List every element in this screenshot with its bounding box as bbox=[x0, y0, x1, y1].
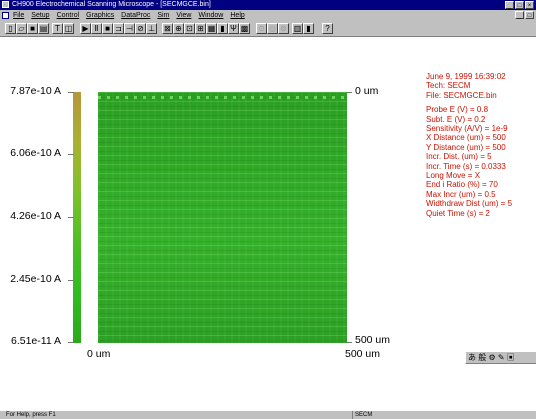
param-withdraw-dist: Widthdraw Dist (um) = 5 bbox=[426, 199, 513, 209]
param-quiet-time: Quiet Time (s) = 2 bbox=[426, 208, 490, 218]
param-incr-time: Incr. Time (s) = 0.0333 bbox=[426, 161, 506, 171]
print-icon[interactable]: ▤ bbox=[38, 23, 49, 34]
document-icon[interactable] bbox=[2, 12, 9, 19]
pause-icon[interactable]: Ⅱ bbox=[91, 23, 102, 34]
scale-tick bbox=[68, 280, 74, 281]
probe-icon[interactable]: ⊣ bbox=[124, 23, 135, 34]
info-datetime: June 9, 1999 16:39:02 bbox=[426, 72, 506, 81]
bar-graph-icon[interactable]: ▮ bbox=[217, 23, 228, 34]
experiment-info: June 9, 1999 16:39:02 Tech: SECM File: S… bbox=[426, 72, 512, 218]
run-icon[interactable]: ▶ bbox=[80, 23, 91, 34]
info-tech: Tech: SECM bbox=[426, 81, 471, 91]
cursor-icon[interactable]: ⊡ bbox=[184, 23, 195, 34]
overlay-icon[interactable]: ⊞ bbox=[195, 23, 206, 34]
parameters-icon[interactable]: ◫ bbox=[63, 23, 74, 34]
scale-tick bbox=[68, 342, 74, 343]
param-y-distance: Y Distance (um) = 500 bbox=[426, 142, 506, 152]
param-x-distance: X Distance (um) = 500 bbox=[426, 133, 506, 143]
scale-label: 2.45e-10 A bbox=[10, 273, 61, 285]
menu-control[interactable]: Control bbox=[57, 10, 80, 21]
title-bar: CH900 Electrochemical Scanning Microscop… bbox=[0, 0, 536, 10]
device-icon[interactable]: ▮ bbox=[303, 23, 314, 34]
y-axis-label-bottom: 500 um bbox=[355, 334, 391, 346]
tip-approach-icon[interactable]: ⊘ bbox=[135, 23, 146, 34]
scale-label-max: 7.87e-10 A bbox=[10, 85, 61, 97]
color-scale-bar bbox=[73, 92, 81, 343]
stop-icon[interactable]: ■ bbox=[102, 23, 113, 34]
parameters-graph-icon[interactable]: Ψ bbox=[228, 23, 239, 34]
color-map-icon[interactable]: ▦ bbox=[206, 23, 217, 34]
doc-minimize-button[interactable]: _ bbox=[515, 11, 524, 19]
secm-image[interactable] bbox=[98, 92, 347, 343]
ime-icons[interactable]: あ 般 ⚙ ✎ ▣ bbox=[468, 352, 515, 363]
zoom-icon[interactable]: ⊕ bbox=[173, 23, 184, 34]
param-sensitivity: Sensitivity (A/V) = 1e-9 bbox=[426, 124, 508, 134]
menu-help[interactable]: Help bbox=[230, 10, 244, 21]
x-axis-label-right: 500 um bbox=[345, 348, 381, 360]
menu-view[interactable]: View bbox=[176, 10, 191, 21]
ime-language-bar[interactable]: あ 般 ⚙ ✎ ▣ bbox=[465, 351, 536, 364]
save-icon[interactable]: ■ bbox=[27, 23, 38, 34]
new-file-icon[interactable]: ▯ bbox=[5, 23, 16, 34]
param-probe-e: Probe E (V) = 0.8 bbox=[426, 105, 489, 115]
menu-setup[interactable]: Setup bbox=[31, 10, 49, 21]
window-controls: _ □ × bbox=[505, 1, 534, 9]
y-axis-tick bbox=[347, 92, 352, 93]
app-icon[interactable] bbox=[2, 1, 9, 8]
scale-label-min: 6.51e-11 A bbox=[10, 335, 61, 347]
y-axis-tick bbox=[347, 342, 352, 343]
menu-dataproc[interactable]: DataProc bbox=[121, 10, 150, 21]
close-button[interactable]: × bbox=[525, 1, 534, 9]
document-window-controls: _ □ bbox=[515, 11, 534, 19]
reverse-icon[interactable]: ⊐ bbox=[113, 23, 124, 34]
image-icon[interactable]: ▩ bbox=[239, 23, 250, 34]
param-max-incr: Max Incr (um) = 0.5 bbox=[426, 189, 496, 199]
doc-restore-button[interactable]: □ bbox=[525, 11, 534, 19]
calibrate-icon[interactable]: ◎ bbox=[267, 23, 278, 34]
minimize-button[interactable]: _ bbox=[505, 1, 514, 9]
menu-file[interactable]: File bbox=[13, 10, 24, 21]
graph-icon[interactable]: ⊠ bbox=[162, 23, 173, 34]
technique-icon[interactable]: T bbox=[52, 23, 63, 34]
window-title: CH900 Electrochemical Scanning Microscop… bbox=[12, 1, 211, 8]
toolbar: ▯ ▱ ■ ▤ T ◫ ▶ Ⅱ ■ ⊐ ⊣ ⊘ ⊥ ⊠ ⊕ ⊡ ⊞ ▦ ▮ Ψ ▩ ⊙ ◎ ⊚ ▥ ▮? bbox=[0, 21, 536, 37]
scale-label: 6.06e-10 A bbox=[10, 147, 61, 159]
scale-tick bbox=[68, 92, 74, 93]
menu-window[interactable]: Window bbox=[198, 10, 223, 21]
scale-tick bbox=[68, 154, 74, 155]
menu-bar: File Setup Control Graphics DataProc Sim… bbox=[0, 10, 536, 21]
param-subt-e: Subt. E (V) = 0.2 bbox=[426, 114, 486, 124]
menu-graphics[interactable]: Graphics bbox=[86, 10, 114, 21]
simulate-icon[interactable]: ⊚ bbox=[278, 23, 289, 34]
open-file-icon[interactable]: ▱ bbox=[16, 23, 27, 34]
scan-artifact-row bbox=[98, 96, 347, 99]
menu-sim[interactable]: Sim bbox=[157, 10, 169, 21]
scale-label: 4.26e-10 A bbox=[10, 210, 61, 222]
x-axis-label-left: 0 um bbox=[87, 348, 111, 360]
menu-list: File Setup Control Graphics DataProc Sim… bbox=[13, 10, 245, 21]
step-icon[interactable]: ⊥ bbox=[146, 23, 157, 34]
mark-icon[interactable]: ⊙ bbox=[256, 23, 267, 34]
param-incr-dist: Incr. Dist. (um) = 5 bbox=[426, 152, 492, 162]
scale-tick bbox=[68, 217, 74, 218]
grid-icon[interactable]: ▥ bbox=[292, 23, 303, 34]
param-long-move: Long Move = X bbox=[426, 171, 481, 181]
y-axis-label-top: 0 um bbox=[355, 85, 379, 97]
help-icon[interactable]: ? bbox=[322, 23, 333, 34]
maximize-button[interactable]: □ bbox=[515, 1, 524, 9]
param-end-ratio: End i Ratio (%) = 70 bbox=[426, 180, 498, 190]
info-file: File: SECMGCE.bin bbox=[426, 90, 497, 100]
scan-texture bbox=[98, 92, 347, 343]
